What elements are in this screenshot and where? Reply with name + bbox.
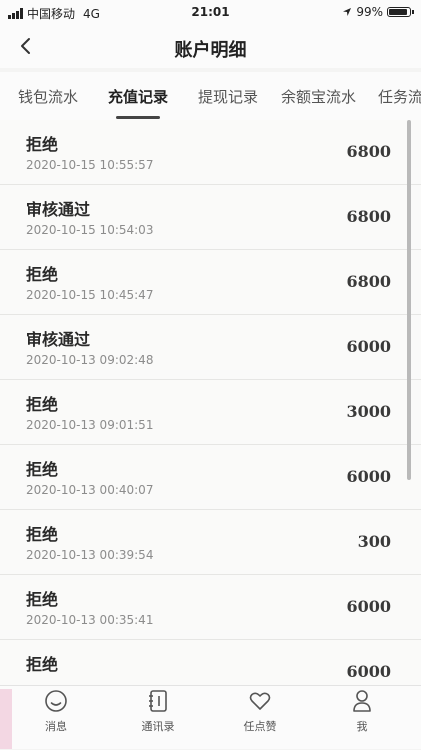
tab-strip: 钱包流水 充值记录 提现记录 余额宝流水 任务流 bbox=[0, 72, 421, 120]
record-amount: 6000 bbox=[346, 662, 391, 681]
record-time: 2020-10-15 10:54:03 bbox=[26, 223, 154, 237]
record-status: 拒绝 bbox=[26, 265, 59, 284]
record-time: 2020-10-13 09:01:51 bbox=[26, 418, 154, 432]
tab-wallet-flow[interactable]: 钱包流水 bbox=[18, 86, 78, 107]
record-amount: 6000 bbox=[346, 597, 391, 616]
contacts-book-icon bbox=[149, 690, 167, 712]
battery-icon bbox=[387, 7, 414, 17]
page-title: 账户明细 bbox=[174, 40, 247, 61]
record-list[interactable]: 拒绝 2020-10-15 10:55:57 6800 审核通过 2020-10… bbox=[0, 120, 421, 685]
record-status: 审核通过 bbox=[26, 200, 91, 219]
tab-balance-treasure-flow[interactable]: 余额宝流水 bbox=[281, 86, 356, 107]
corner-mark bbox=[0, 689, 12, 749]
record-status: 拒绝 bbox=[26, 590, 59, 609]
list-item[interactable]: 审核通过 2020-10-15 10:54:03 6800 bbox=[0, 185, 421, 250]
record-status: 审核通过 bbox=[26, 330, 91, 349]
record-time: 2020-10-13 00:35:41 bbox=[26, 613, 154, 627]
smiley-icon bbox=[45, 690, 67, 712]
navigation-bar: 账户明细 bbox=[0, 24, 421, 68]
active-tab-indicator bbox=[116, 116, 160, 119]
bottom-tab-me[interactable]: 我 bbox=[312, 686, 412, 750]
record-amount: 3000 bbox=[346, 402, 391, 421]
record-status: 拒绝 bbox=[26, 525, 59, 544]
list-item[interactable]: 拒绝 2020-10-15 10:55:57 6800 bbox=[0, 120, 421, 185]
status-bar: 中国移动 4G 21:01 99% bbox=[0, 0, 421, 24]
bottom-tab-messages[interactable]: 消息 bbox=[6, 686, 106, 750]
record-amount: 300 bbox=[357, 532, 391, 551]
record-status: 拒绝 bbox=[26, 655, 59, 674]
record-status: 拒绝 bbox=[26, 135, 59, 154]
chevron-left-icon[interactable] bbox=[14, 34, 38, 58]
list-scrollbar[interactable] bbox=[407, 120, 411, 480]
list-item[interactable]: 拒绝 2020-10-13 00:40:07 6000 bbox=[0, 445, 421, 510]
record-amount: 6800 bbox=[346, 272, 391, 291]
bottom-tab-label: 我 bbox=[356, 720, 368, 733]
tab-task-flow[interactable]: 任务流 bbox=[378, 86, 421, 107]
list-item[interactable]: 拒绝 2020-10-13 09:01:51 3000 bbox=[0, 380, 421, 445]
record-status: 拒绝 bbox=[26, 395, 59, 414]
bottom-tab-label: 通讯录 bbox=[141, 720, 175, 733]
record-amount: 6000 bbox=[346, 337, 391, 356]
status-right: 99% bbox=[342, 5, 414, 19]
heart-icon bbox=[249, 692, 271, 710]
location-arrow-icon bbox=[343, 8, 352, 16]
bottom-tab-likes[interactable]: 任点赞 bbox=[210, 686, 310, 750]
list-item[interactable]: 审核通过 2020-10-13 09:02:48 6000 bbox=[0, 315, 421, 380]
record-amount: 6000 bbox=[346, 467, 391, 486]
record-amount: 6800 bbox=[346, 142, 391, 161]
tab-recharge-records[interactable]: 充值记录 bbox=[108, 86, 168, 107]
tab-withdraw-records[interactable]: 提现记录 bbox=[198, 86, 258, 107]
list-item[interactable]: 拒绝 6000 bbox=[0, 640, 421, 685]
bottom-tab-label: 任点赞 bbox=[243, 720, 277, 733]
record-status: 拒绝 bbox=[26, 460, 59, 479]
record-time: 2020-10-15 10:45:47 bbox=[26, 288, 154, 302]
record-time: 2020-10-13 00:39:54 bbox=[26, 548, 154, 562]
list-item[interactable]: 拒绝 2020-10-15 10:45:47 6800 bbox=[0, 250, 421, 315]
bottom-tab-label: 消息 bbox=[45, 720, 67, 733]
record-time: 2020-10-13 00:40:07 bbox=[26, 483, 154, 497]
list-item[interactable]: 拒绝 2020-10-13 00:39:54 300 bbox=[0, 510, 421, 575]
bottom-tab-contacts[interactable]: 通讯录 bbox=[108, 686, 208, 750]
user-icon bbox=[353, 690, 371, 712]
record-time: 2020-10-15 10:55:57 bbox=[26, 158, 154, 172]
record-amount: 6800 bbox=[346, 207, 391, 226]
bottom-tab-bar: 消息 通讯录 任点赞 我 bbox=[0, 685, 421, 749]
list-item[interactable]: 拒绝 2020-10-13 00:35:41 6000 bbox=[0, 575, 421, 640]
battery-percent: 99% bbox=[356, 5, 383, 19]
record-time: 2020-10-13 09:02:48 bbox=[26, 353, 154, 367]
battery-fill bbox=[389, 9, 407, 15]
